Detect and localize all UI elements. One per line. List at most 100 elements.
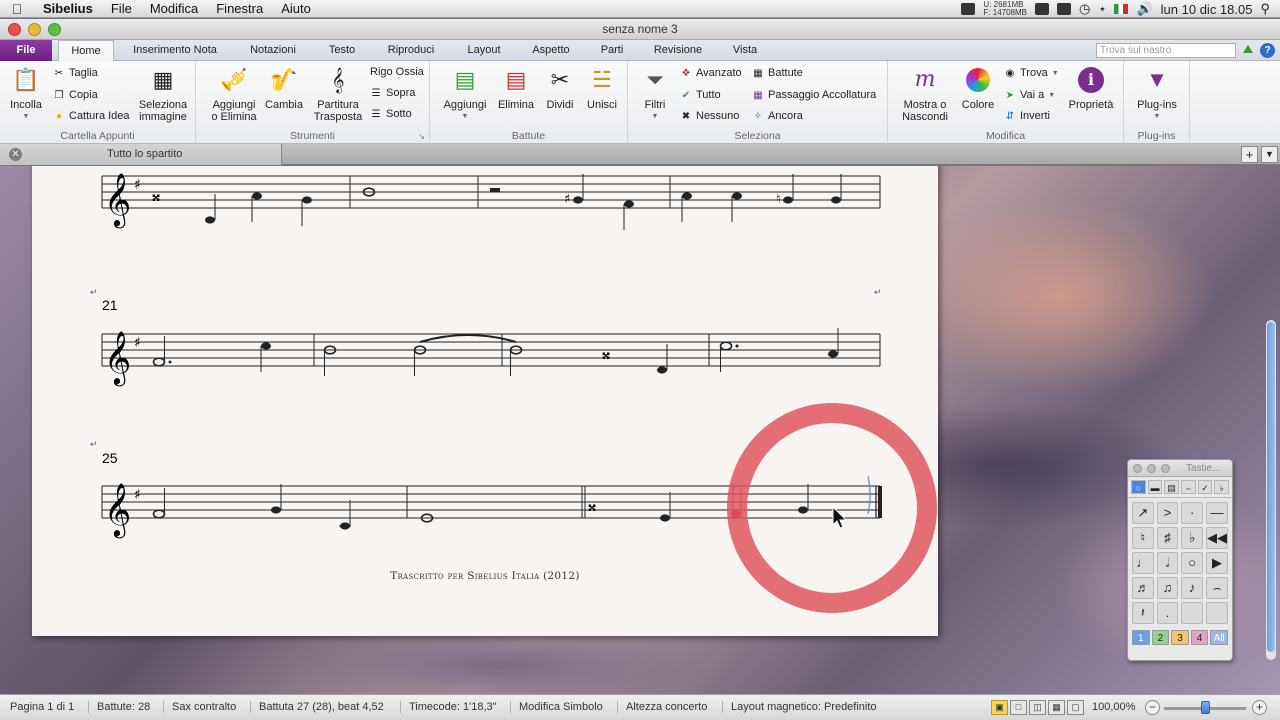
split-bar-button[interactable]: ✂ Dividi xyxy=(540,65,580,112)
system-2[interactable]: ↵ ↵ 21 𝄞 ♯ 𝄪 xyxy=(90,287,882,386)
key-accent-icon[interactable]: > xyxy=(1156,502,1179,524)
voice-2-button[interactable]: 2 xyxy=(1151,630,1170,645)
keypad-titlebar[interactable]: Tastie... xyxy=(1128,460,1232,477)
keypad-articulations-tab[interactable]: ⌢ xyxy=(1181,480,1196,494)
delete-bar-button[interactable]: ▤ Elimina xyxy=(494,65,538,112)
view-fit-button[interactable]: ▢ xyxy=(1067,700,1084,715)
doc-tab-full-score[interactable]: ✕ Tutto lo spartito xyxy=(0,144,282,165)
new-tab-button[interactable]: + xyxy=(1241,146,1258,163)
show-hide-button[interactable]: m Mostra o Nascondi xyxy=(896,65,954,124)
key-eighth-note-icon[interactable]: ♪ xyxy=(1181,577,1203,599)
view-spread-button[interactable]: ◫ xyxy=(1029,700,1046,715)
key-whole-note-icon[interactable]: ○ xyxy=(1181,552,1203,574)
keypad-accidentals-tab[interactable]: ♭ xyxy=(1214,480,1230,494)
scroll-thumb[interactable] xyxy=(1267,322,1275,652)
menu-edit[interactable]: Modifica xyxy=(141,1,207,16)
zoom-out-button[interactable]: − xyxy=(1145,700,1160,715)
flag-icon[interactable] xyxy=(1114,4,1129,14)
view-single-page-button[interactable]: □ xyxy=(1010,700,1027,715)
volume-icon[interactable]: 🔊 xyxy=(1136,1,1152,17)
apple-menu-icon[interactable]:  xyxy=(0,1,34,17)
ribbon-search-input[interactable]: Trova sul nastro xyxy=(1096,43,1236,58)
menu-help[interactable]: Aiuto xyxy=(272,1,320,16)
ossia-above-button[interactable]: ☰ Sopra xyxy=(370,87,416,99)
goto-button[interactable]: ➤ Vai a ▼ xyxy=(1004,89,1055,101)
select-none-button[interactable]: ✖ Nessuno xyxy=(680,110,740,122)
key-tie-icon[interactable]: ⌢ xyxy=(1205,577,1228,599)
system-1[interactable]: 𝄞 ♯ 𝄪 ♯ ♮ xyxy=(101,172,881,230)
key-empty-1[interactable] xyxy=(1181,602,1203,624)
select-more-button[interactable]: ✧ Ancora xyxy=(752,110,803,122)
tab-parts[interactable]: Parti xyxy=(590,40,634,61)
clock[interactable]: lun 10 dic 18.05 xyxy=(1161,2,1253,17)
menu-window[interactable]: Finestra xyxy=(207,1,272,16)
keypad-zoom-button[interactable] xyxy=(1161,464,1170,473)
color-button[interactable]: Colore xyxy=(958,65,998,111)
capture-idea-button[interactable]: ● Cattura Idea xyxy=(53,110,130,122)
view-panorama-button[interactable]: ▣ xyxy=(991,700,1008,715)
tab-text[interactable]: Testo xyxy=(318,40,366,61)
zoom-in-button[interactable]: + xyxy=(1252,700,1267,715)
key-sharp-icon[interactable]: ♯ xyxy=(1156,527,1179,549)
menu-file[interactable]: File xyxy=(102,1,141,16)
key-quarter-note-icon[interactable]: ♩ xyxy=(1132,552,1154,574)
voice-4-button[interactable]: 4 xyxy=(1190,630,1209,645)
vertical-scrollbar[interactable] xyxy=(1266,320,1276,660)
key-play-icon[interactable]: ▶ xyxy=(1205,552,1228,574)
keypad-more-notes-tab[interactable]: ▬ xyxy=(1147,480,1163,494)
keypad-jazz-tab[interactable]: ✓ xyxy=(1197,480,1213,494)
key-dot-icon[interactable]: . xyxy=(1156,602,1179,624)
close-tab-icon[interactable]: ✕ xyxy=(9,148,22,161)
voice-3-button[interactable]: 3 xyxy=(1171,630,1189,645)
key-rest-icon[interactable]: 𝄽 xyxy=(1132,602,1154,624)
time-machine-icon[interactable]: ◷ xyxy=(1079,1,1090,17)
cut-button[interactable]: ✂ Taglia xyxy=(53,67,98,79)
keypad-beams-tab[interactable]: ▤ xyxy=(1164,480,1180,494)
select-all-button[interactable]: ✔ Tutto xyxy=(680,89,721,101)
key-rewind-icon[interactable]: ◀◀ xyxy=(1205,527,1228,549)
select-advanced-button[interactable]: ❖ Avanzato xyxy=(680,67,742,79)
dialog-launcher-icon[interactable]: ↘ xyxy=(418,132,425,141)
tab-play[interactable]: Riproduci xyxy=(378,40,444,61)
tab-appearance[interactable]: Aspetto xyxy=(522,40,580,61)
copy-button[interactable]: ❐ Copia xyxy=(53,89,98,101)
tab-view[interactable]: Vista xyxy=(724,40,766,61)
plugins-button[interactable]: ▼ Plug-ins ▼ xyxy=(1130,65,1184,123)
select-bars-button[interactable]: ▦ Battute xyxy=(752,67,803,79)
select-image-button[interactable]: ▦ Seleziona immagine xyxy=(136,65,190,124)
filters-button[interactable]: ⏷ Filtri ▼ xyxy=(636,65,674,123)
invert-button[interactable]: ⇵ Inverti xyxy=(1004,110,1050,122)
add-remove-instrument-button[interactable]: 🎺 Aggiungi o Elimina xyxy=(206,65,262,124)
keypad-close-button[interactable] xyxy=(1133,464,1142,473)
key-half-note-icon[interactable]: 𝅗𝅥 xyxy=(1156,552,1179,574)
zoom-slider-thumb[interactable] xyxy=(1201,701,1210,714)
voice-all-button[interactable]: All xyxy=(1210,630,1228,645)
tab-notations[interactable]: Notazioni xyxy=(240,40,306,61)
properties-button[interactable]: i Proprietà xyxy=(1064,65,1118,111)
tab-file[interactable]: File xyxy=(0,40,52,61)
key-empty-2[interactable] xyxy=(1205,602,1228,624)
key-natural-icon[interactable]: ♮ xyxy=(1132,527,1154,549)
key-staccato-icon[interactable]: · xyxy=(1181,502,1203,524)
key-32nd-note-icon[interactable]: ♫ xyxy=(1156,577,1179,599)
voice-1-button[interactable]: 1 xyxy=(1132,630,1150,645)
key-tenuto-icon[interactable]: — xyxy=(1205,502,1228,524)
key-flat-icon[interactable]: ♭ xyxy=(1181,527,1203,549)
view-grid-button[interactable]: ▦ xyxy=(1048,700,1065,715)
bluetooth-icon[interactable]: ⋆ xyxy=(1098,1,1106,17)
tab-review[interactable]: Revisione xyxy=(644,40,712,61)
change-instrument-button[interactable]: 🎷 Cambia xyxy=(262,65,306,112)
paste-button[interactable]: 📋 Incolla ▼ xyxy=(4,65,48,123)
grid-icon[interactable] xyxy=(1057,3,1071,15)
transposing-score-button[interactable]: 𝄞 Partitura Trasposta xyxy=(310,65,366,124)
spotlight-icon[interactable]: ⚲ xyxy=(1260,1,1270,17)
score-workspace[interactable]: 𝄞 ♯ 𝄪 ♯ ♮ ↵ ↵ 21 𝄞 ♯ 𝄪 ↵ 25 𝄞 ♯ 𝄪 Trascr… xyxy=(0,166,1280,694)
key-pointer-icon[interactable]: ↗ xyxy=(1132,502,1154,524)
tab-home[interactable]: Home xyxy=(58,40,114,62)
add-bar-button[interactable]: ▤ Aggiungi ▼ xyxy=(440,65,490,123)
camera-icon[interactable] xyxy=(961,3,976,15)
tab-menu-button[interactable]: ▼ xyxy=(1261,146,1278,163)
key-sixteenth-note-icon[interactable]: ♬ xyxy=(1132,577,1154,599)
find-button[interactable]: ◉ Trova ▼ xyxy=(1004,67,1059,79)
display-icon[interactable] xyxy=(1035,3,1049,15)
